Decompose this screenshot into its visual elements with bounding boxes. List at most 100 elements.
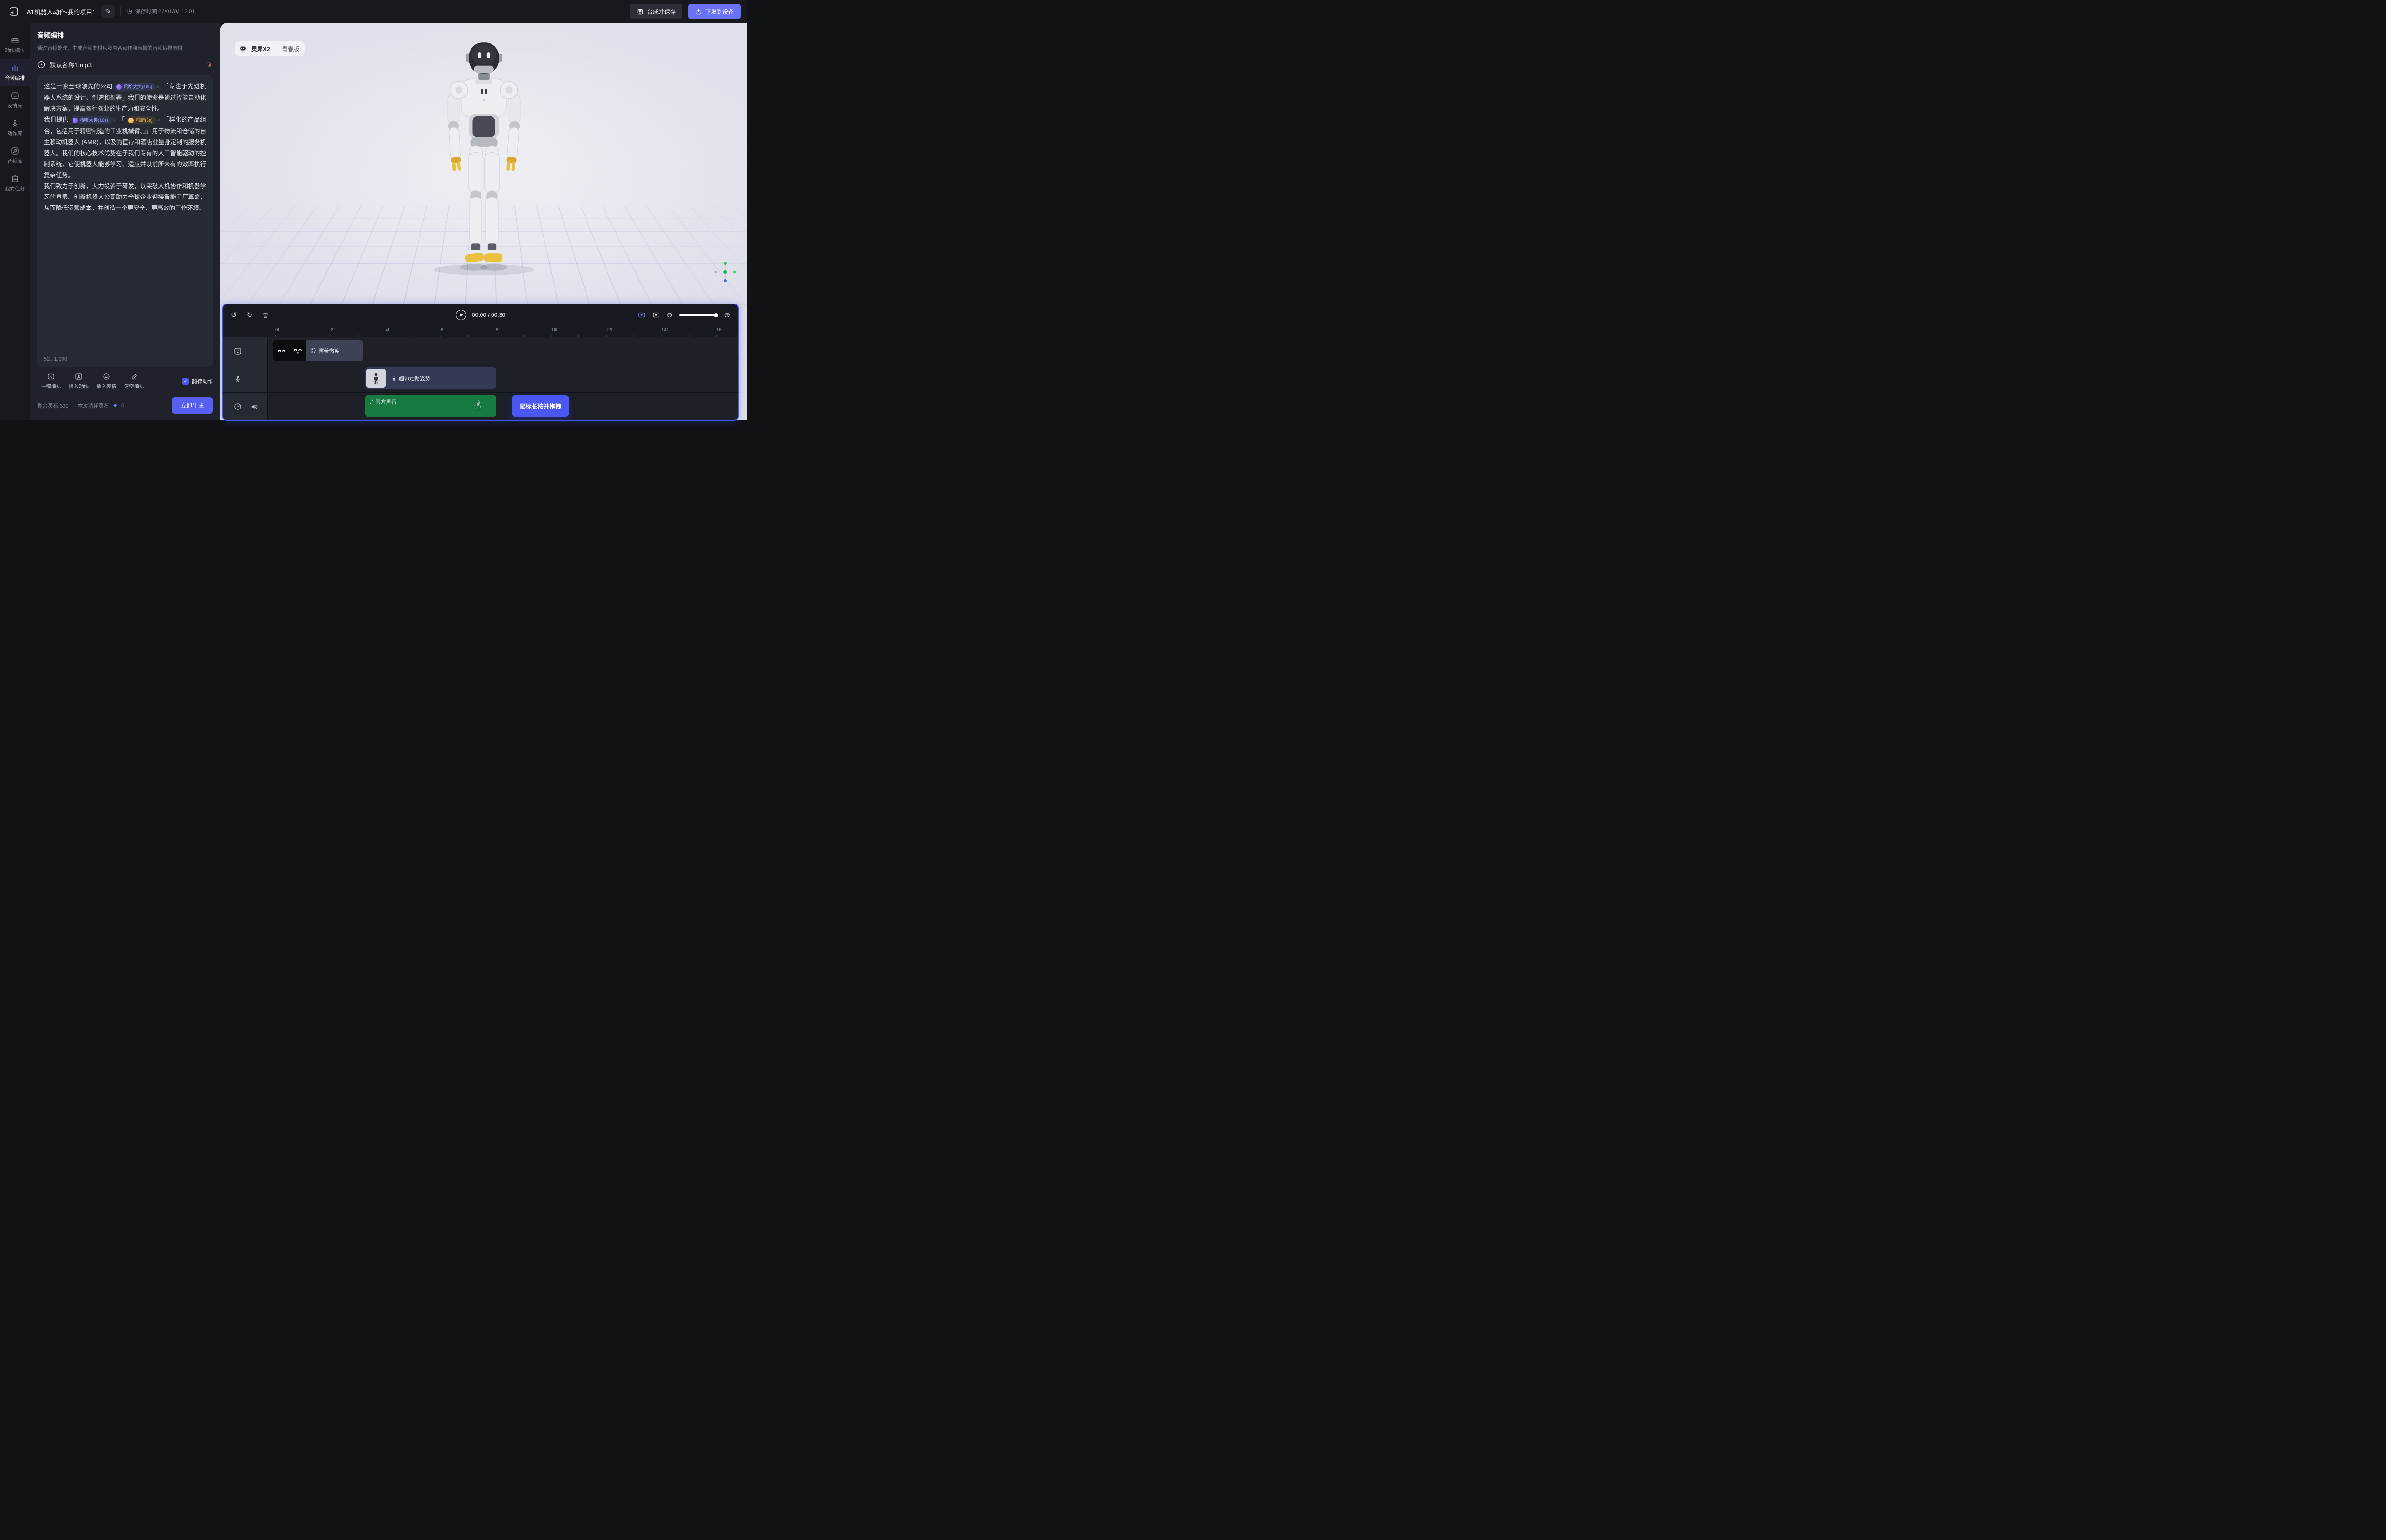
- generate-button[interactable]: 立即生成: [172, 397, 213, 414]
- zoom-slider-fill: [679, 314, 717, 316]
- motion-clip-label: 超帅走路姿势: [387, 375, 435, 382]
- ruler-tick: 6f: [441, 327, 445, 333]
- synthesize-save-label: 合成并保存: [647, 8, 676, 16]
- expression-lane[interactable]: ☺ 害羞微笑: [268, 337, 738, 365]
- sidebar-item-label: 音频编排: [5, 74, 25, 82]
- download-device-icon: [695, 8, 702, 15]
- motion-lane[interactable]: 超帅走路姿势: [268, 365, 738, 392]
- timeline-tracks: ☺ 害羞微笑: [223, 337, 738, 420]
- audio-sliders-icon: [11, 64, 19, 72]
- motion-thumb: [366, 369, 386, 388]
- expression-track-icon[interactable]: [234, 347, 241, 355]
- undo-icon[interactable]: ↺: [231, 312, 237, 319]
- editor-actions-row: AI 一键编排 插入动作: [37, 373, 213, 390]
- motion-track: 超帅走路姿势: [223, 365, 738, 392]
- clear-arrange-button[interactable]: 清空编排: [120, 373, 148, 390]
- ai-icon: AI: [47, 373, 55, 380]
- char-counter: 52 / 1,000: [44, 356, 67, 362]
- save-icon: [637, 8, 644, 15]
- sidebar-item-label: 动作库: [7, 130, 22, 137]
- ruler-row: 0f 2f 4f 6f 8f 10f 12f 14f 16f: [223, 325, 738, 337]
- clip-title: 害羞微笑: [319, 347, 340, 355]
- sidebar-item-label: 我的任务: [5, 185, 25, 192]
- playback-controls: 00:00 / 00:30: [456, 310, 505, 320]
- save-time-text: 保存时间 26/01/03 12:01: [135, 8, 195, 15]
- insert-motion-button[interactable]: 插入动作: [65, 373, 93, 390]
- smiley-box-icon: [11, 92, 19, 100]
- play-file-icon[interactable]: [37, 61, 45, 69]
- fit-timeline-icon[interactable]: [652, 311, 660, 319]
- sidebar-item-my-tasks[interactable]: 我的任务: [0, 170, 30, 197]
- zoom-out-icon[interactable]: ⊖: [667, 312, 673, 319]
- ruler-tick: 4f: [386, 327, 389, 333]
- tag-close-icon[interactable]: ×: [157, 118, 160, 123]
- clip-title: 超帅走路姿势: [399, 375, 430, 382]
- action-tag[interactable]: 鸡腿(5s): [127, 116, 156, 124]
- audio-file-row: 默认名称1.mp3: [37, 60, 213, 69]
- expression-tag-laugh[interactable]: 哈哈大笑(10s): [115, 83, 156, 91]
- ruler-tick: 2f: [331, 327, 335, 333]
- tag-label: 哈哈大笑(10s): [124, 82, 152, 93]
- speed-dial-icon[interactable]: [234, 403, 241, 410]
- divider: [120, 7, 121, 16]
- motion-track-icon[interactable]: [234, 375, 241, 383]
- sidebar-item-label: 动作模仿: [5, 47, 25, 54]
- app-logo[interactable]: [7, 4, 21, 19]
- synthesize-save-button[interactable]: 合成并保存: [630, 4, 682, 19]
- model-separator: ｜: [273, 45, 279, 52]
- audio-lane[interactable]: ♪ 官方声音 鼠标长按并拖拽 ☝: [268, 393, 738, 420]
- sidebar-item-audio-library[interactable]: 音频库: [0, 142, 30, 169]
- expression-clip-label: ☺ 害羞微笑: [306, 347, 344, 355]
- sidebar-item-motion-library[interactable]: 动作库: [0, 115, 30, 141]
- one-click-arrange-button[interactable]: AI 一键编排: [37, 373, 65, 390]
- insert-expression-button[interactable]: 插入表情: [93, 373, 120, 390]
- topbar: A1机器人动作-我的项目1 ✎ ◷ 保存时间 26/01/03 12:01 合成…: [0, 0, 747, 23]
- ruler-tick: 10f: [551, 327, 557, 333]
- script-editor[interactable]: 这是一家全球领先的公司 哈哈大笑(10s)× 「专注于先进机器人系统的设计、制造…: [37, 75, 213, 367]
- sidebar-item-audio-arrange[interactable]: 音频编排: [0, 59, 30, 86]
- checkbox-checked-icon[interactable]: ✓: [182, 378, 189, 385]
- speaker-icon[interactable]: [251, 403, 258, 410]
- audio-arrange-panel: 音频编排 通过音频处理，生成音频素材以及融合动作和表情的音频编排素材 默认名称1…: [30, 23, 220, 420]
- eraser-icon: [130, 373, 138, 380]
- play-button[interactable]: [456, 310, 466, 320]
- face-eyes-icon: [275, 345, 288, 357]
- motion-clip[interactable]: 超帅走路姿势: [365, 367, 496, 389]
- expression-clip[interactable]: ☺ 害羞微笑: [273, 340, 363, 361]
- delete-clip-icon[interactable]: [262, 312, 269, 319]
- clip-title: 官方声音: [376, 398, 397, 406]
- timeline-panel: ↺ ↻ 00:00 / 00:30 ⊖: [222, 304, 739, 421]
- rhythm-toggle[interactable]: ✓ 韵律动作: [182, 377, 213, 385]
- script-paragraph-3: 我们致力于创新，大力投资于研发，以突破人机协作和机器学习的界限。创新机器人公司助…: [44, 181, 206, 214]
- ruler-tick: 16f: [716, 327, 722, 333]
- redo-icon[interactable]: ↻: [247, 312, 253, 319]
- script-paragraph-2: 我们提供 哈哈大笑(10s)× 「 鸡腿(5s)× 「样化的产品组合，包括用于精…: [44, 115, 206, 181]
- robot-model: [415, 40, 553, 277]
- tag-close-icon[interactable]: ×: [113, 118, 116, 123]
- laugh-emoji-icon: [73, 118, 78, 123]
- remaining-stones-text: 剩余灵石 300: [37, 402, 68, 409]
- sidebar-item-expression-library[interactable]: 表情库: [0, 87, 30, 114]
- motion-track-header: [223, 365, 268, 392]
- view-gizmo[interactable]: [712, 260, 739, 284]
- add-track-icon[interactable]: [638, 311, 646, 319]
- time-ruler[interactable]: 0f 2f 4f 6f 8f 10f 12f 14f 16f: [268, 325, 738, 337]
- logo-icon: [9, 6, 19, 17]
- ruler-spacer: [223, 325, 268, 337]
- action-label: 一键编排: [41, 383, 61, 390]
- consumed-stones-value: 0: [121, 403, 124, 409]
- zoom-slider-knob[interactable]: [714, 313, 718, 317]
- panel-title: 音频编排: [37, 31, 213, 40]
- deploy-device-button[interactable]: 下发到设备: [688, 4, 741, 19]
- zoom-in-icon[interactable]: ⊕: [724, 312, 730, 319]
- rename-button[interactable]: ✎: [101, 5, 115, 18]
- walking-person-icon: [391, 376, 397, 381]
- pencil-icon: ✎: [105, 8, 111, 15]
- clipboard-icon: [11, 175, 19, 183]
- sidebar-item-motion-mimic[interactable]: 动作模仿: [0, 31, 30, 58]
- tag-close-icon[interactable]: ×: [157, 84, 160, 90]
- expression-tag-laugh[interactable]: 哈哈大笑(10s): [71, 116, 112, 124]
- delete-audio-button[interactable]: [206, 61, 213, 68]
- zoom-slider[interactable]: [679, 314, 717, 316]
- drag-hint-tooltip: 鼠标长按并拖拽: [512, 395, 569, 417]
